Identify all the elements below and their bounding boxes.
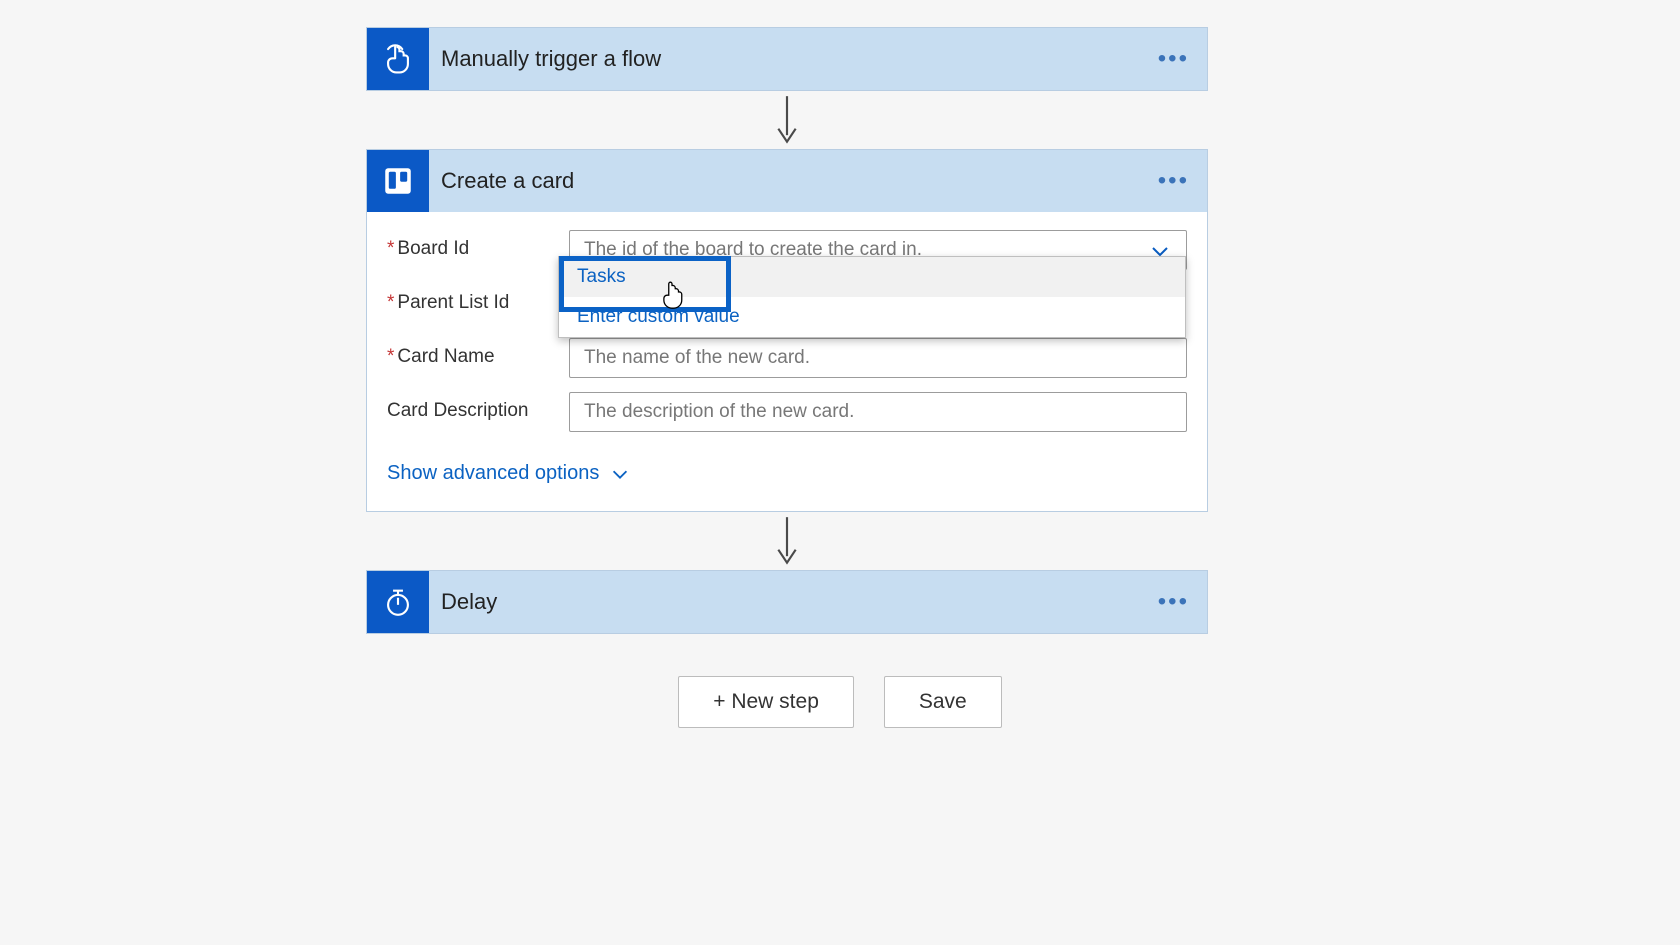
step-menu-button[interactable]: ••• [1158,571,1189,633]
row-card-name: *Card Name The name of the new card. [387,338,1187,378]
step-header[interactable]: Create a card ••• [367,150,1207,212]
dropdown-option-custom[interactable]: Enter custom value [559,297,1185,337]
row-card-desc: Card Description The description of the … [387,392,1187,432]
step-menu-button[interactable]: ••• [1158,150,1189,212]
board-id-dropdown-list[interactable]: Tasks Enter custom value [558,256,1186,338]
card-desc-input[interactable]: The description of the new card. [569,392,1187,432]
card-name-placeholder: The name of the new card. [584,347,810,369]
connector-arrow [366,91,1208,149]
ellipsis-icon: ••• [1158,167,1189,195]
step-header[interactable]: Manually trigger a flow ••• [367,28,1207,90]
card-name-input[interactable]: The name of the new card. [569,338,1187,378]
card-desc-placeholder: The description of the new card. [584,401,854,423]
step-menu-button[interactable]: ••• [1158,28,1189,90]
step-header[interactable]: Delay ••• [367,571,1207,633]
chevron-down-icon [609,463,631,485]
step-title: Manually trigger a flow [429,46,661,72]
delay-icon [367,571,429,633]
trello-icon [367,150,429,212]
step-title: Delay [429,589,497,615]
new-step-button[interactable]: + New step [678,676,854,728]
step-title: Create a card [429,168,574,194]
action-bar: + New step Save [0,676,1680,728]
ellipsis-icon: ••• [1158,45,1189,73]
manual-trigger-icon [367,28,429,90]
label-board-id: *Board Id [387,230,569,260]
connector-arrow [366,512,1208,570]
ellipsis-icon: ••• [1158,588,1189,616]
save-button[interactable]: Save [884,676,1002,728]
label-card-desc: Card Description [387,392,569,422]
label-parent-list: *Parent List Id [387,284,569,314]
label-card-name: *Card Name [387,338,569,368]
show-advanced-options[interactable]: Show advanced options [387,462,631,485]
step-trigger[interactable]: Manually trigger a flow ••• [366,27,1208,91]
dropdown-option-tasks[interactable]: Tasks [559,257,1185,297]
step-delay[interactable]: Delay ••• [366,570,1208,634]
